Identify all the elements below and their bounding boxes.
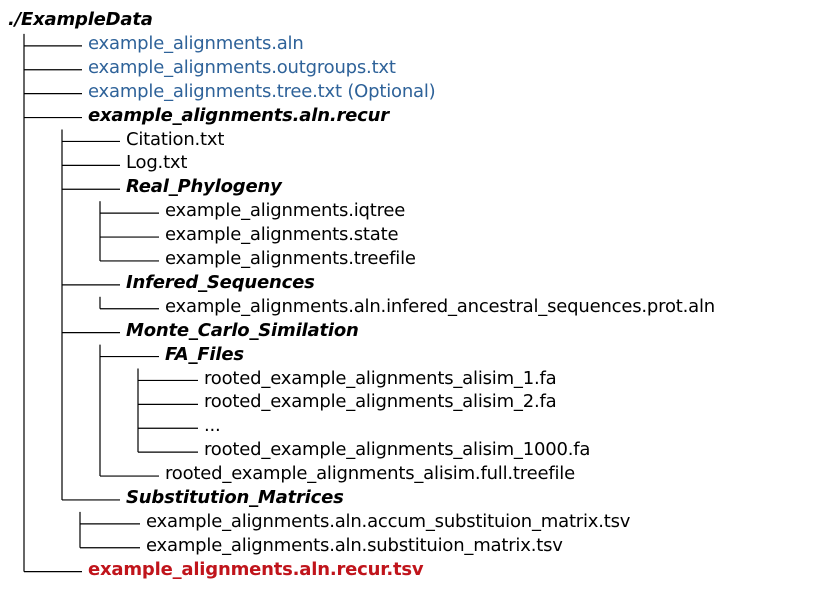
tree-file: example_alignments.outgroups.txt — [88, 56, 396, 78]
tree-file: rooted_example_alignments_alisim.full.tr… — [165, 463, 575, 485]
tree-folder: Monte_Carlo_Similation — [126, 319, 359, 341]
tree-file: example_alignments.aln.accum_substituion… — [146, 510, 631, 532]
tree-folder: FA_Files — [165, 343, 244, 365]
tree-folder: Infered_Sequences — [126, 271, 315, 293]
tree-file: Log.txt — [126, 152, 188, 174]
tree-file: Citation.txt — [126, 128, 225, 150]
tree-folder: Substitution_Matrices — [126, 487, 344, 508]
tree-file: example_alignments.state — [165, 224, 399, 246]
tree-file: ... — [204, 415, 221, 437]
tree-file: example_alignments.treefile — [165, 248, 416, 269]
directory-tree: ./ExampleData example_alignments.aln exam… — [0, 0, 828, 593]
tree-file: example_alignments.aln.substituion_matri… — [146, 534, 563, 556]
tree-folder: Real_Phylogeny — [126, 176, 282, 198]
tree-file: rooted_example_alignments_alisim_1.fa — [204, 367, 557, 389]
tree-file: example_alignments.aln.recur.tsv — [88, 558, 424, 580]
tree-file: example_alignments.aln.infered_ancestral… — [165, 295, 715, 317]
tree-folder: example_alignments.aln.recur — [88, 104, 389, 126]
tree-file: example_alignments.tree.txt (Optional) — [88, 80, 436, 102]
tree-file: rooted_example_alignments_alisim_2.fa — [204, 391, 557, 413]
tree-file: example_alignments.aln — [88, 32, 304, 54]
tree-file: rooted_example_alignments_alisim_1000.fa — [204, 439, 591, 461]
tree-file: example_alignments.iqtree — [165, 200, 406, 222]
